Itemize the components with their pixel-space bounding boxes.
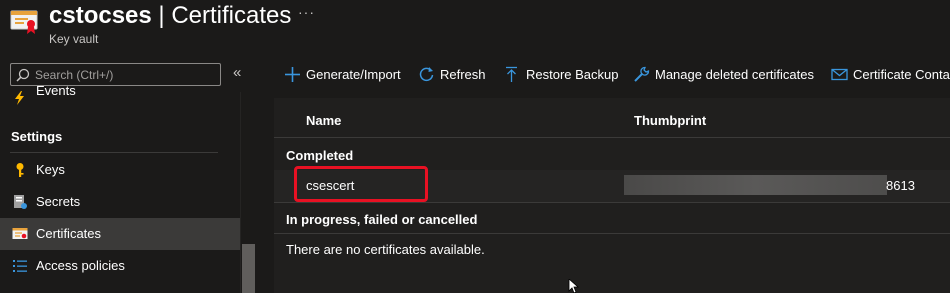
sidebar-item-keys[interactable]: Keys <box>0 154 240 186</box>
blade-header: cstocses | Certificates ··· Key vault <box>0 0 950 56</box>
more-options-button[interactable]: ··· <box>298 4 315 20</box>
button-label: Restore Backup <box>526 67 619 82</box>
header-divider <box>274 137 950 138</box>
sidebar-item-events[interactable]: Events <box>0 82 240 114</box>
collapse-menu-button[interactable]: « <box>233 64 241 81</box>
row-divider <box>274 233 950 234</box>
search-placeholder: Search (Ctrl+/) <box>35 68 114 82</box>
thumbprint-cell: 8613 <box>886 178 915 193</box>
column-header-thumbprint[interactable]: Thumbprint <box>634 113 706 128</box>
key-vault-certificate-icon <box>10 8 38 36</box>
main-content: Generate/Import Refresh Restore Backup M… <box>262 56 950 293</box>
certificates-grid: Name Thumbprint Completed csescert 8613 … <box>274 98 950 293</box>
button-label: Refresh <box>440 67 486 82</box>
title-separator: | <box>151 2 172 29</box>
sidebar-item-secrets[interactable]: Secrets <box>0 186 240 218</box>
mouse-pointer-icon <box>568 278 580 293</box>
resource-name: cstocses <box>49 2 152 29</box>
button-label: Manage deleted certificates <box>655 67 814 82</box>
resource-menu: Search (Ctrl+/) « Events Settings Keys S… <box>0 56 257 293</box>
button-label: Certificate Conta <box>853 67 950 82</box>
settings-section-title: Settings <box>11 129 63 144</box>
button-label: Generate/Import <box>306 67 401 82</box>
secret-doc-icon <box>12 194 28 210</box>
section-divider <box>10 152 218 153</box>
search-icon <box>16 68 30 82</box>
group-header-completed: Completed <box>286 148 354 163</box>
table-row[interactable]: csescert 8613 <box>274 166 950 202</box>
lightning-icon <box>12 90 28 106</box>
command-bar: Generate/Import Refresh Restore Backup M… <box>262 56 950 92</box>
highlight-box <box>294 166 428 202</box>
sidebar-item-label: Secrets <box>36 194 81 209</box>
certificate-icon <box>12 226 28 242</box>
sidebar-item-label: Keys <box>36 162 65 177</box>
row-divider <box>274 202 950 203</box>
sidebar-item-label: Certificates <box>36 226 102 241</box>
blade-title: Certificates <box>171 2 292 29</box>
redacted-thumbprint <box>624 175 887 195</box>
resource-type-subtitle: Key vault <box>49 32 99 46</box>
mail-icon <box>831 66 848 83</box>
page-title: cstocses | Certificates <box>49 2 291 30</box>
column-header-name[interactable]: Name <box>306 113 341 128</box>
refresh-icon <box>418 66 435 83</box>
sidebar-item-certificates[interactable]: Certificates <box>0 218 240 250</box>
sidebar-item-access-policies[interactable]: Access policies <box>0 250 240 282</box>
key-icon <box>12 162 28 178</box>
upload-arrow-icon <box>504 66 521 83</box>
group-header-in-progress: In progress, failed or cancelled <box>286 212 478 227</box>
wrench-icon <box>633 66 650 83</box>
sidebar-scroll-thumb[interactable] <box>242 244 255 293</box>
policy-list-icon <box>12 258 28 274</box>
sidebar-item-label: Events <box>36 83 76 98</box>
sidebar-item-label: Access policies <box>36 258 125 273</box>
plus-icon <box>284 66 301 83</box>
empty-state-message: There are no certificates available. <box>286 242 485 257</box>
